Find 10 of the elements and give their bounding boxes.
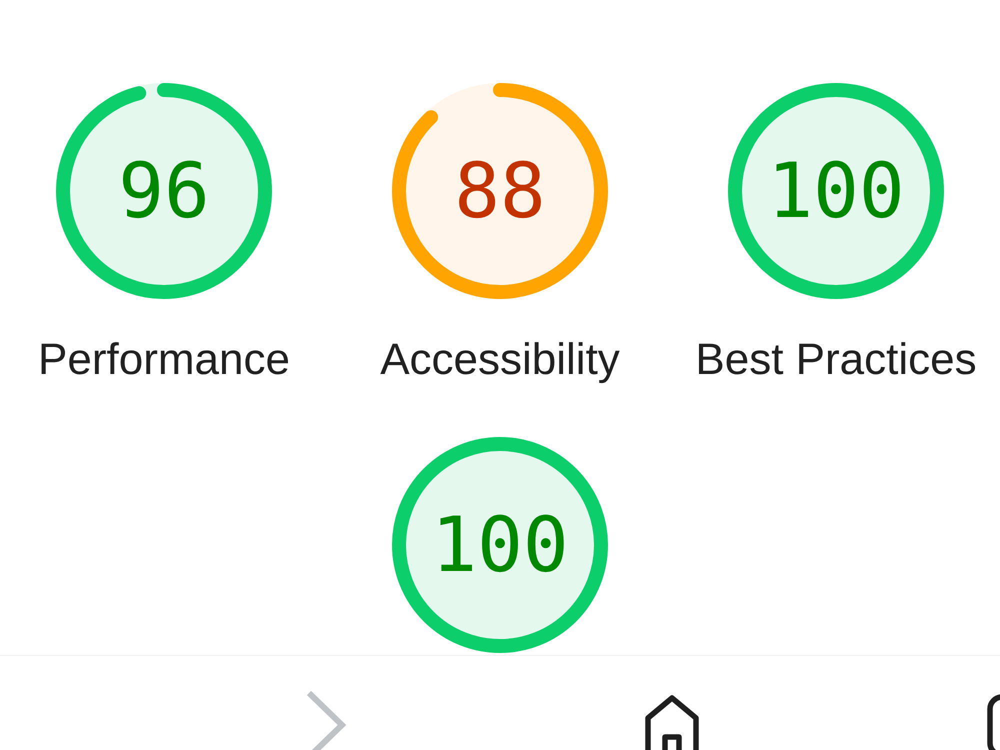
score-value: 100	[767, 153, 905, 229]
chevron-right-icon	[306, 690, 346, 750]
category-label: Best Practices	[695, 336, 977, 384]
category-label: Performance	[38, 336, 290, 384]
score-value: 100	[431, 507, 569, 583]
score-value: 88	[454, 153, 546, 229]
category-label: Accessibility	[380, 336, 620, 384]
home-icon	[644, 694, 700, 750]
home-button[interactable]	[644, 694, 700, 750]
score-value: 96	[118, 153, 210, 229]
